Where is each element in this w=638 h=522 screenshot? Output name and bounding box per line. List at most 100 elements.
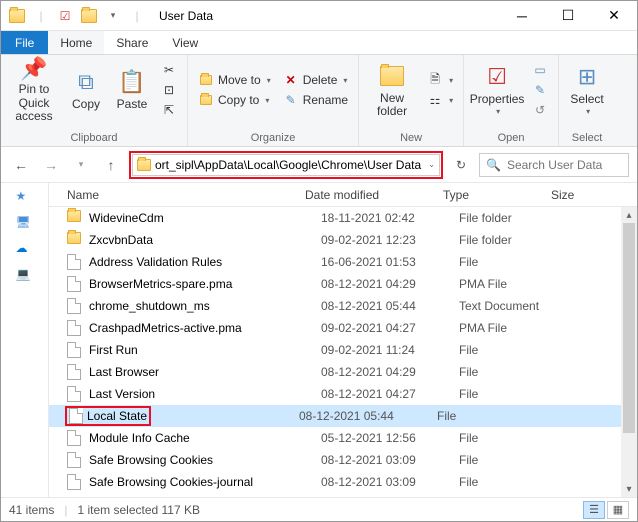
clipboard-label: Clipboard — [7, 131, 181, 146]
col-size[interactable]: Size — [551, 188, 637, 202]
scroll-down-button[interactable]: ▾ — [621, 481, 637, 497]
cut-icon: ✂ — [161, 62, 177, 78]
back-button[interactable]: ← — [9, 153, 33, 177]
easy-access-icon: ⚏ — [427, 92, 443, 108]
up-button[interactable]: ↑ — [99, 153, 123, 177]
paste-button[interactable]: 📋Paste — [111, 57, 153, 123]
nav-sidebar[interactable]: ★ 🖥 ☁ 💻 — [1, 183, 49, 497]
copy-button[interactable]: ⧉Copy — [65, 57, 107, 123]
file-name: BrowserMetrics-spare.pma — [89, 277, 321, 291]
edit-button[interactable]: ✎ — [528, 81, 552, 99]
file-name: WidevineCdm — [89, 211, 321, 225]
onedrive-icon[interactable]: ☁ — [16, 241, 34, 259]
select-icon: ⊞ — [573, 63, 601, 91]
desktop-icon[interactable]: 🖥 — [16, 215, 34, 233]
move-to-button[interactable]: Move to▾ — [194, 71, 275, 89]
quick-access-icon[interactable]: ★ — [16, 189, 34, 207]
file-type: File — [459, 387, 567, 401]
copy-path-button[interactable]: ⊡ — [157, 81, 181, 99]
cut-button[interactable]: ✂ — [157, 61, 181, 79]
file-list-pane: Name Date modified Type Size WidevineCdm… — [49, 183, 637, 497]
refresh-button[interactable]: ↻ — [449, 153, 473, 177]
forward-button[interactable]: → — [39, 153, 63, 177]
pin-quick-access-button[interactable]: 📌Pin to Quick access — [7, 57, 61, 123]
file-type: File — [459, 431, 567, 445]
scrollbar[interactable]: ▴ ▾ — [621, 207, 637, 497]
delete-button[interactable]: ✕Delete▾ — [279, 71, 352, 89]
share-tab[interactable]: Share — [104, 31, 160, 54]
col-type[interactable]: Type — [443, 188, 551, 202]
address-bar[interactable]: ort_sipl\AppData\Local\Google\Chrome\Use… — [132, 154, 440, 176]
file-row[interactable]: First Run09-02-2021 11:24File — [49, 339, 637, 361]
file-row[interactable]: Last Browser08-12-2021 04:29File — [49, 361, 637, 383]
selection-info: 1 item selected 117 KB — [77, 503, 200, 517]
scroll-thumb[interactable] — [623, 223, 635, 433]
col-name[interactable]: Name — [67, 188, 305, 202]
rename-icon: ✎ — [283, 92, 299, 108]
minimize-button[interactable]: ─ — [499, 1, 545, 31]
scroll-up-button[interactable]: ▴ — [621, 207, 637, 223]
properties-button[interactable]: ☑Properties▾ — [470, 57, 524, 123]
open-button[interactable]: ▭ — [528, 61, 552, 79]
file-icon — [67, 430, 83, 446]
new-group: New folder 🗎▾ ⚏▾ New — [359, 55, 464, 146]
properties-qat-icon[interactable]: ☑ — [55, 6, 75, 26]
file-row[interactable]: Local State08-12-2021 05:44File — [49, 405, 637, 427]
details-view-button[interactable]: ☰ — [583, 501, 605, 519]
address-path[interactable]: ort_sipl\AppData\Local\Google\Chrome\Use… — [155, 158, 422, 172]
file-type: PMA File — [459, 321, 567, 335]
file-name: CrashpadMetrics-active.pma — [89, 321, 321, 335]
icons-view-button[interactable]: ▦ — [607, 501, 629, 519]
qat-dropdown-icon[interactable]: ▾ — [103, 6, 123, 26]
col-date[interactable]: Date modified — [305, 188, 443, 202]
file-row[interactable]: Safe Browsing Cookies08-12-2021 03:09Fil… — [49, 449, 637, 471]
file-name: Safe Browsing Cookies — [89, 453, 321, 467]
file-name: chrome_shutdown_ms — [89, 299, 321, 313]
file-type: File — [459, 365, 567, 379]
file-row[interactable]: Last Version08-12-2021 04:27File — [49, 383, 637, 405]
menubar: File Home Share View — [1, 31, 637, 55]
file-row[interactable]: WidevineCdm18-11-2021 02:42File folder — [49, 207, 637, 229]
select-button[interactable]: ⊞Select▾ — [565, 57, 609, 123]
file-row[interactable]: Module Info Cache05-12-2021 12:56File — [49, 427, 637, 449]
file-row[interactable]: chrome_shutdown_ms08-12-2021 05:44Text D… — [49, 295, 637, 317]
file-date: 09-02-2021 11:24 — [321, 343, 459, 357]
folder-qat-icon[interactable] — [79, 6, 99, 26]
folder-icon — [67, 210, 83, 226]
this-pc-icon[interactable]: 💻 — [16, 267, 34, 285]
content-area: ★ 🖥 ☁ 💻 Name Date modified Type Size Wid… — [1, 183, 637, 497]
file-date: 18-11-2021 02:42 — [321, 211, 459, 225]
maximize-button[interactable]: ☐ — [545, 1, 591, 31]
search-input[interactable] — [507, 158, 622, 172]
file-row[interactable]: BrowserMetrics-spare.pma08-12-2021 04:29… — [49, 273, 637, 295]
recent-dropdown[interactable]: ▾ — [69, 153, 93, 177]
rename-button[interactable]: ✎Rename — [279, 91, 352, 109]
file-type: File folder — [459, 211, 567, 225]
file-date: 08-12-2021 03:09 — [321, 475, 459, 489]
copy-to-button[interactable]: Copy to▾ — [194, 91, 275, 109]
search-box[interactable]: 🔍 — [479, 153, 629, 177]
easy-access-button[interactable]: ⚏▾ — [423, 91, 457, 109]
file-row[interactable]: Address Validation Rules16-06-2021 01:53… — [49, 251, 637, 273]
home-tab[interactable]: Home — [48, 31, 104, 54]
file-row[interactable]: Safe Browsing Cookies-journal08-12-2021 … — [49, 471, 637, 493]
file-name: First Run — [89, 343, 321, 357]
column-headers[interactable]: Name Date modified Type Size — [49, 183, 637, 207]
file-date: 05-12-2021 12:56 — [321, 431, 459, 445]
history-button[interactable]: ↺ — [528, 101, 552, 119]
view-tab[interactable]: View — [160, 31, 210, 54]
new-item-button[interactable]: 🗎▾ — [423, 71, 457, 89]
file-row[interactable]: CrashpadMetrics-active.pma09-02-2021 04:… — [49, 317, 637, 339]
close-button[interactable]: ✕ — [591, 1, 637, 31]
file-menu[interactable]: File — [1, 31, 48, 54]
statusbar: 41 items | 1 item selected 117 KB ☰ ▦ — [1, 497, 637, 521]
open-label: Open — [470, 131, 552, 146]
file-type: File — [459, 343, 567, 357]
file-row[interactable]: ZxcvbnData09-02-2021 12:23File folder — [49, 229, 637, 251]
address-dropdown-icon[interactable]: ⌄ — [428, 160, 435, 169]
paste-shortcut-button[interactable]: ⇱ — [157, 101, 181, 119]
new-folder-button[interactable]: New folder — [365, 57, 419, 123]
paste-icon: 📋 — [118, 68, 146, 96]
move-icon — [198, 72, 214, 88]
shortcut-icon: ⇱ — [161, 102, 177, 118]
